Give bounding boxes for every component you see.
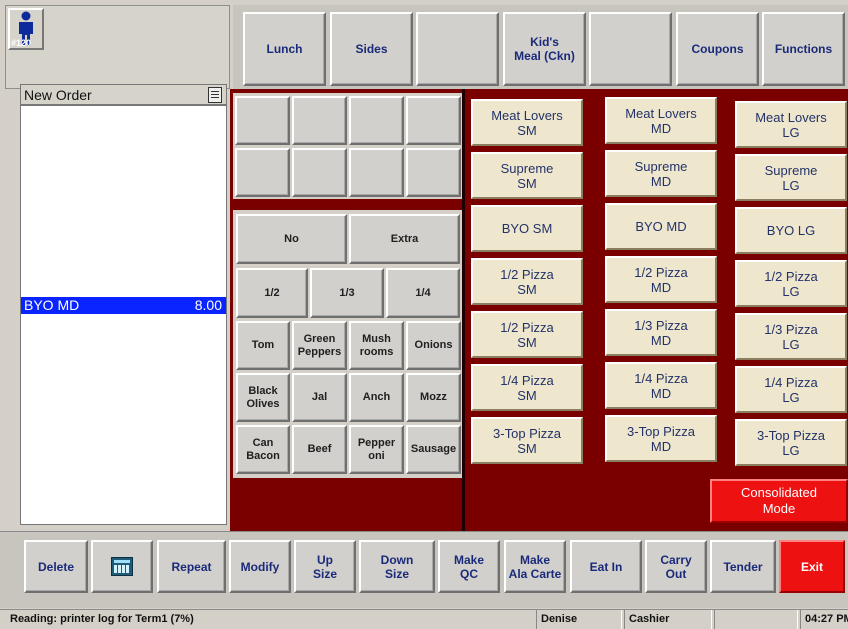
modify-button[interactable]: Modify bbox=[229, 540, 291, 593]
topping-onions[interactable]: Onions bbox=[406, 321, 461, 370]
down-size-button[interactable]: Down Size bbox=[359, 540, 435, 593]
status-time: 04:27 PM bbox=[800, 610, 848, 629]
order-title: New Order bbox=[24, 87, 92, 103]
exit-button[interactable]: Exit bbox=[779, 540, 845, 593]
pizza-half-sm[interactable]: 1/2 Pizza SM bbox=[471, 258, 583, 305]
order-list[interactable]: BYO MD 8.00 bbox=[20, 105, 227, 525]
topping-mushrooms[interactable]: Mush rooms bbox=[349, 321, 404, 370]
status-extra bbox=[714, 610, 798, 629]
blank-key[interactable] bbox=[235, 148, 290, 197]
topping-jalapeno[interactable]: Jal bbox=[292, 373, 347, 422]
pizza-half-md[interactable]: 1/2 Pizza MD bbox=[605, 256, 717, 303]
pizza-third-md[interactable]: 1/3 Pizza MD bbox=[605, 309, 717, 356]
category-sides[interactable]: Sides bbox=[330, 12, 413, 86]
blank-key[interactable] bbox=[406, 96, 461, 145]
modifier-no[interactable]: No bbox=[236, 214, 347, 264]
status-role: Cashier bbox=[624, 610, 712, 629]
terminal-number: #120 bbox=[11, 38, 32, 48]
topping-green-peppers[interactable]: Green Peppers bbox=[292, 321, 347, 370]
blank-key[interactable] bbox=[292, 148, 347, 197]
pizza-byo-md[interactable]: BYO MD bbox=[605, 203, 717, 250]
pizza-3-top-md[interactable]: 3-Top Pizza MD bbox=[605, 415, 717, 462]
portion-half[interactable]: 1/2 bbox=[236, 268, 308, 318]
pizza-meat-lovers-sm[interactable]: Meat Lovers SM bbox=[471, 99, 583, 146]
status-message: Reading: printer log for Term1 (7%) bbox=[10, 613, 194, 625]
repeat-button[interactable]: Repeat bbox=[157, 540, 226, 593]
pizza-half-lg[interactable]: 1/2 Pizza LG bbox=[735, 260, 847, 307]
order-item-price: 8.00 bbox=[194, 297, 222, 313]
category-empty-1[interactable] bbox=[416, 12, 499, 86]
pizza-byo-lg[interactable]: BYO LG bbox=[735, 207, 847, 254]
status-bar: Reading: printer log for Term1 (7%) Deni… bbox=[0, 609, 848, 629]
up-size-button[interactable]: Up Size bbox=[294, 540, 356, 593]
person-icon-tile[interactable]: #120 bbox=[8, 8, 44, 50]
portion-third[interactable]: 1/3 bbox=[310, 268, 384, 318]
pizza-3-top-sm[interactable]: 3-Top Pizza SM bbox=[471, 417, 583, 464]
terminal-badge: #120 bbox=[5, 5, 230, 89]
pizza-quarter-sm[interactable]: 1/4 Pizza SM bbox=[471, 364, 583, 411]
pizza-quarter-lg[interactable]: 1/4 Pizza LG bbox=[735, 366, 847, 413]
topping-mozzarella[interactable]: Mozz bbox=[406, 373, 461, 422]
tender-button[interactable]: Tender bbox=[710, 540, 776, 593]
blank-key[interactable] bbox=[235, 96, 290, 145]
pizza-half-2-sm[interactable]: 1/2 Pizza SM bbox=[471, 311, 583, 358]
pizza-quarter-md[interactable]: 1/4 Pizza MD bbox=[605, 362, 717, 409]
calculator-icon bbox=[111, 557, 133, 576]
order-header: New Order bbox=[20, 84, 227, 105]
pizza-3-top-lg[interactable]: 3-Top Pizza LG bbox=[735, 419, 847, 466]
consolidated-mode-button[interactable]: Consolidated Mode bbox=[710, 479, 848, 523]
eat-in-button[interactable]: Eat In bbox=[570, 540, 642, 593]
topping-canadian-bacon[interactable]: Can Bacon bbox=[236, 425, 290, 474]
status-user: Denise bbox=[536, 610, 622, 629]
blank-key[interactable] bbox=[406, 148, 461, 197]
blank-key[interactable] bbox=[292, 96, 347, 145]
pizza-supreme-md[interactable]: Supreme MD bbox=[605, 150, 717, 197]
blank-key[interactable] bbox=[349, 148, 404, 197]
category-lunch[interactable]: Lunch bbox=[243, 12, 326, 86]
make-ala-carte-button[interactable]: Make Ala Carte bbox=[504, 540, 566, 593]
pizza-meat-lovers-md[interactable]: Meat Lovers MD bbox=[605, 97, 717, 144]
category-coupons[interactable]: Coupons bbox=[676, 12, 759, 86]
topping-black-olives[interactable]: Black Olives bbox=[236, 373, 290, 422]
category-empty-2[interactable] bbox=[589, 12, 672, 86]
pizza-third-lg[interactable]: 1/3 Pizza LG bbox=[735, 313, 847, 360]
topping-tom[interactable]: Tom bbox=[236, 321, 290, 370]
category-kids-meal[interactable]: Kid's Meal (Ckn) bbox=[503, 12, 586, 86]
pizza-supreme-lg[interactable]: Supreme LG bbox=[735, 154, 847, 201]
topping-anchovy[interactable]: Anch bbox=[349, 373, 404, 422]
carry-out-button[interactable]: Carry Out bbox=[645, 540, 707, 593]
order-item-row[interactable]: BYO MD 8.00 bbox=[21, 297, 226, 314]
keypad-button[interactable] bbox=[91, 540, 153, 593]
order-menu-icon[interactable] bbox=[208, 87, 222, 103]
modifier-extra[interactable]: Extra bbox=[349, 214, 460, 264]
pizza-meat-lovers-lg[interactable]: Meat Lovers LG bbox=[735, 101, 847, 148]
make-qc-button[interactable]: Make QC bbox=[438, 540, 500, 593]
category-functions[interactable]: Functions bbox=[762, 12, 845, 86]
topping-beef[interactable]: Beef bbox=[292, 425, 347, 474]
topping-sausage[interactable]: Sausage bbox=[406, 425, 461, 474]
blank-key[interactable] bbox=[349, 96, 404, 145]
order-item-name: BYO MD bbox=[24, 297, 80, 313]
portion-quarter[interactable]: 1/4 bbox=[386, 268, 460, 318]
pizza-byo-sm[interactable]: BYO SM bbox=[471, 205, 583, 252]
delete-button[interactable]: Delete bbox=[24, 540, 88, 593]
pizza-supreme-sm[interactable]: Supreme SM bbox=[471, 152, 583, 199]
topping-pepperoni[interactable]: Pepper oni bbox=[349, 425, 404, 474]
